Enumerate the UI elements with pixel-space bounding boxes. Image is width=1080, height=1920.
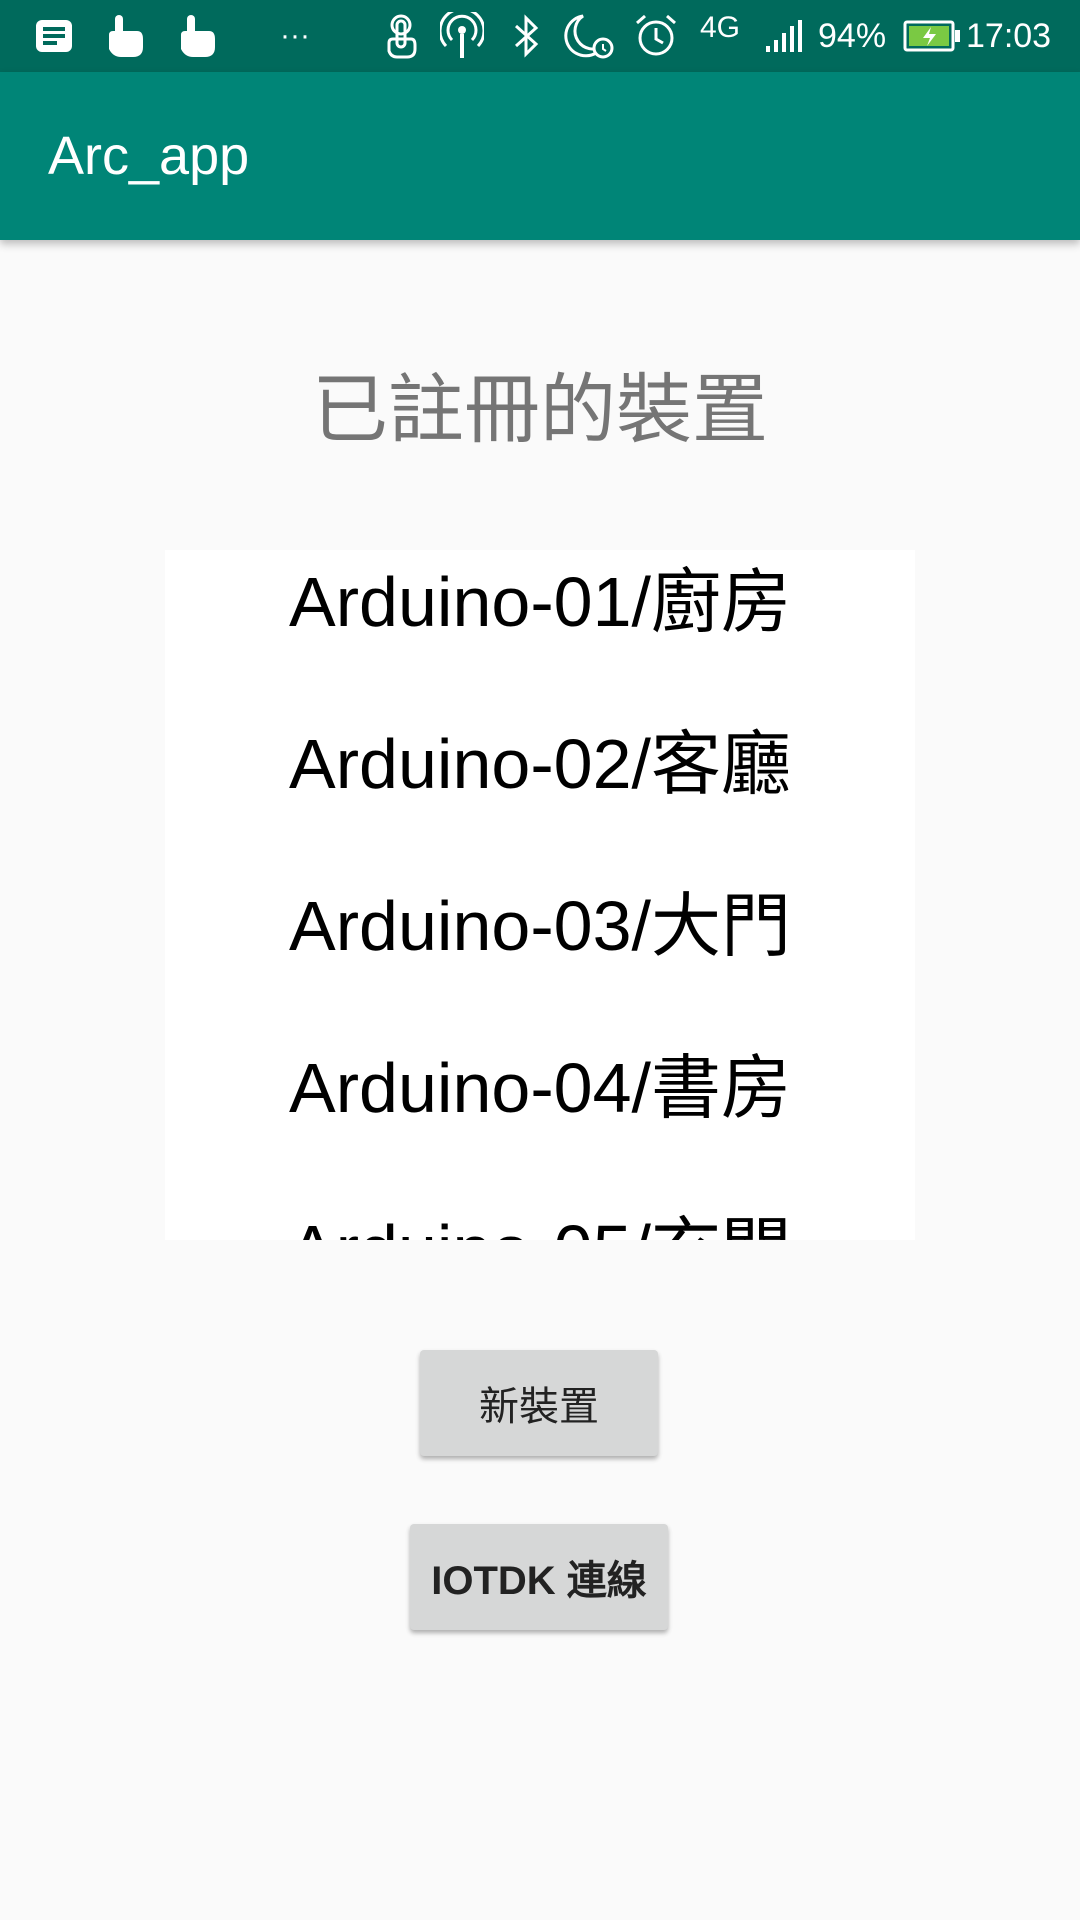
status-bar: ··· 4G 94% 17:03 xyxy=(0,0,1080,72)
network-type: 4G xyxy=(700,11,741,44)
list-item[interactable]: Arduino-02/客廳 xyxy=(165,677,915,839)
registered-devices-title: 已註冊的裝置 xyxy=(312,365,768,454)
hotspot-icon xyxy=(438,12,486,60)
bluetooth-icon xyxy=(506,12,546,60)
battery-charging-icon xyxy=(902,12,962,60)
app-title: Arc_app xyxy=(48,126,250,186)
moon-alarm-icon xyxy=(562,12,618,60)
notes-icon xyxy=(30,12,78,60)
list-item[interactable]: Arduino-05/玄關 xyxy=(165,1163,915,1241)
app-bar: Arc_app xyxy=(0,72,1080,240)
new-device-button[interactable]: 新裝置 xyxy=(420,1350,658,1456)
battery-percent: 94% xyxy=(818,16,887,55)
clock-time: 17:03 xyxy=(966,16,1052,55)
list-item[interactable]: Arduino-01/廚房 xyxy=(165,550,915,677)
list-item[interactable]: Arduino-04/書房 xyxy=(165,1001,915,1163)
device-list[interactable]: Arduino-01/廚房 Arduino-02/客廳 Arduino-03/大… xyxy=(165,550,915,1240)
overflow-indicator: ··· xyxy=(280,19,310,52)
alarm-icon xyxy=(632,12,680,60)
signal-icon xyxy=(762,12,806,60)
hotspot-touch-icon xyxy=(378,12,424,60)
touch-icon xyxy=(172,12,222,60)
list-item[interactable]: Arduino-03/大門 xyxy=(165,839,915,1001)
touch-icon xyxy=(100,12,150,60)
device-list-scroll: Arduino-01/廚房 Arduino-02/客廳 Arduino-03/大… xyxy=(165,550,915,1241)
iotdk-connect-button[interactable]: IOTDK 連線 xyxy=(410,1524,668,1630)
